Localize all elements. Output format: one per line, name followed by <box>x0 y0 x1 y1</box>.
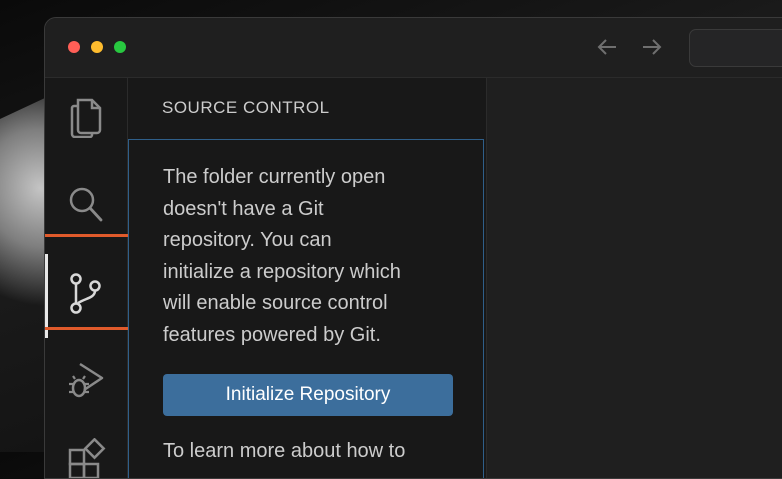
run-debug-icon <box>69 362 104 398</box>
source-control-view: The folder currently open doesn't have a… <box>128 139 484 478</box>
source-control-sidebar: SOURCE CONTROL The folder currently open… <box>128 78 487 478</box>
vscode-window: SOURCE CONTROL The folder currently open… <box>44 17 782 479</box>
activity-item-extensions[interactable] <box>45 428 127 478</box>
arrow-left-icon[interactable] <box>595 36 619 58</box>
activity-item-explorer[interactable] <box>45 84 127 144</box>
title-bar <box>45 18 782 78</box>
source-control-icon <box>70 273 101 314</box>
editor-area <box>487 78 782 478</box>
close-window-button[interactable] <box>68 41 80 53</box>
minimize-window-button[interactable] <box>91 41 103 53</box>
files-icon <box>70 98 102 138</box>
extensions-icon <box>68 438 106 478</box>
command-center-search[interactable] <box>689 29 782 67</box>
no-repo-message: The folder currently open doesn't have a… <box>163 166 401 346</box>
activity-item-search[interactable] <box>45 172 127 232</box>
initialize-repository-button[interactable]: Initialize Repository <box>163 374 453 416</box>
zoom-window-button[interactable] <box>114 41 126 53</box>
activity-bar <box>45 78 144 478</box>
arrow-right-icon[interactable] <box>640 36 664 58</box>
activity-item-run-debug[interactable] <box>45 348 127 408</box>
activity-item-source-control[interactable] <box>45 234 144 338</box>
sidebar-title: SOURCE CONTROL <box>162 98 330 117</box>
search-icon <box>69 187 103 222</box>
